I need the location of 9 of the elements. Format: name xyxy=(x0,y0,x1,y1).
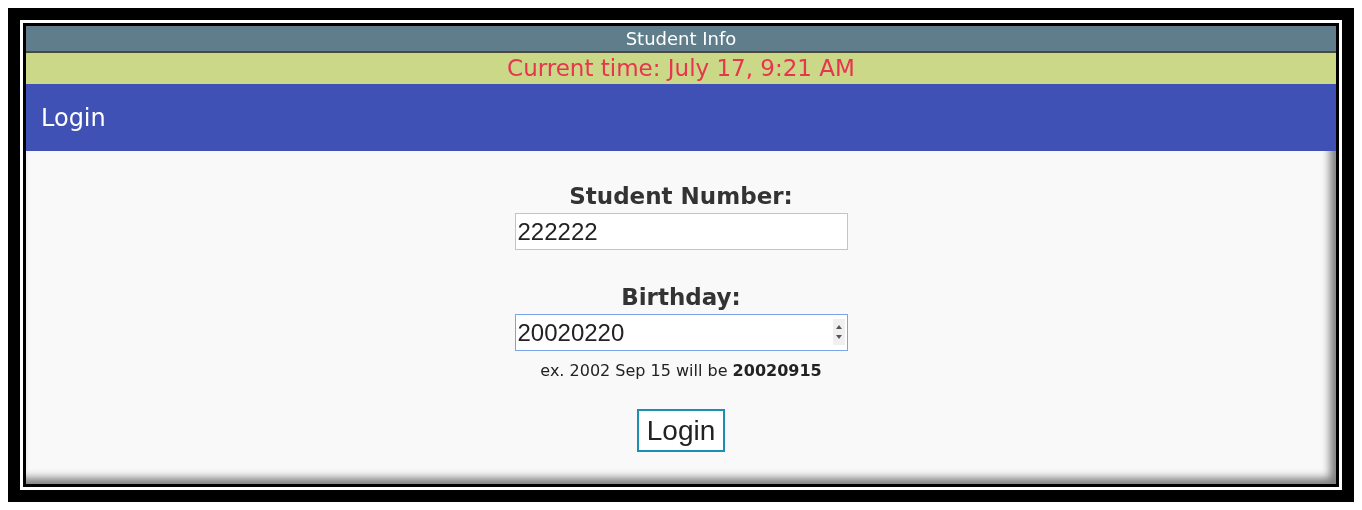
login-button[interactable]: Login xyxy=(636,409,726,452)
window-title: Student Info xyxy=(625,27,737,51)
header-title: Login xyxy=(41,102,106,134)
input-field[interactable]: 20020220 xyxy=(514,314,848,351)
field-label: Student Number: xyxy=(569,182,793,211)
hint-text: ex. 2002 Sep 15 will be 20020915 xyxy=(540,360,822,382)
current-time: Current time: July 17, 9:21 AM xyxy=(507,54,855,84)
input-field[interactable]: 222222 xyxy=(514,213,848,250)
field-label: Birthday: xyxy=(621,283,741,312)
